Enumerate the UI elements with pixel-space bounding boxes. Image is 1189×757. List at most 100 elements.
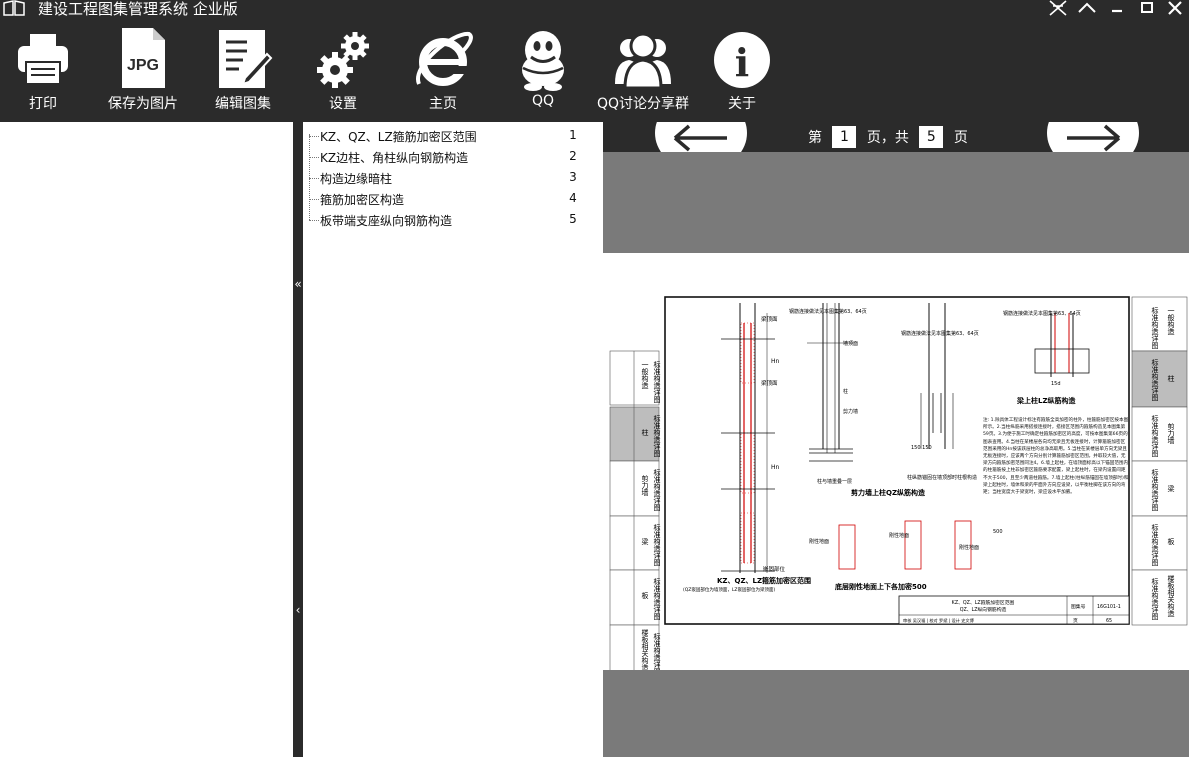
maximize-icon[interactable] <box>1136 0 1158 16</box>
title-line-2: QZ、LZ纵向钢筋构造 <box>960 606 1007 613</box>
right-tab-name: 梁 <box>1167 484 1175 493</box>
left-tab-name: 板 <box>641 591 649 600</box>
toc-item-page: 1 <box>569 128 577 142</box>
toc-item-page: 5 <box>569 212 577 226</box>
anchor-top-label: 柱纵筋锚固在墙顶部时柱根构造 <box>907 474 977 481</box>
page-navigation-bar: 第 1 页，共 5 页 <box>603 122 1189 152</box>
collapse-toc-button[interactable]: ‹ <box>293 603 303 617</box>
settings-button[interactable]: 设置 <box>308 26 378 120</box>
left-tab-name: 一般构造 <box>641 361 649 390</box>
qq-label: QQ <box>531 93 555 109</box>
total-pages-field: 5 <box>919 126 944 148</box>
toc-item-page: 2 <box>569 149 577 163</box>
app-title: 建设工程图集管理系统 企业版 <box>38 0 238 18</box>
next-page-button[interactable] <box>1047 122 1139 152</box>
toc-item[interactable]: 构造边缘暗柱 3 <box>303 167 603 188</box>
shear-wall-title: 剪力墙上柱QZ纵筋构造 <box>851 488 926 497</box>
left-category-tabs: 标准构造详图 一般构造 标准构造详图 柱 标准构造详图 剪力墙 标准构造详图 梁… <box>609 350 661 680</box>
rigid-ground-label: 刚性地面 <box>889 532 909 539</box>
toc-item[interactable]: KZ、QZ、LZ箍筋加密区范围 1 <box>303 125 603 146</box>
right-tab-name: 剪力墙 <box>1167 422 1175 445</box>
toc-item-title: KZ、QZ、LZ箍筋加密区范围 <box>320 130 477 144</box>
notes-block: 注: 1.除具体工程设计标注有箍筋全高加密的柱外，柱箍筋加密区按本图所示。2.当… <box>983 418 1128 495</box>
toc-item[interactable]: KZ边柱、角柱纵向钢筋构造 2 <box>303 146 603 167</box>
minimize-icon[interactable] <box>1106 0 1128 16</box>
toc-item-page: 3 <box>569 170 577 184</box>
dim-150: 150 150 <box>911 445 932 451</box>
right-tab-head: 标准构造详图 <box>1151 468 1159 512</box>
left-tab-name: 梁 <box>641 537 649 546</box>
toc-item[interactable]: 箍筋加密区构造 4 <box>303 188 603 209</box>
right-tab-head: 标准构造详图 <box>1151 414 1159 458</box>
arrow-right-icon <box>1067 124 1121 152</box>
right-tab-head: 标准构造详图 <box>1151 306 1159 350</box>
atlas-number: 16G101-1 <box>1097 604 1121 610</box>
print-button[interactable]: 打印 <box>8 26 78 120</box>
toc-item[interactable]: 板带端支座纵向钢筋构造 5 <box>303 209 603 230</box>
gears-icon <box>317 32 369 88</box>
right-tab-name: 板 <box>1167 537 1175 546</box>
kz-title: KZ、QZ、LZ箍筋加密区范围 <box>717 576 811 585</box>
review-row: 审核 吴汉福 | 校对 罗斌 | 设计 史文博 <box>903 617 975 624</box>
right-tab-name: 楼板相关构造 <box>1167 574 1175 618</box>
left-tab-name: 柱 <box>641 428 649 437</box>
left-tab-head: 标准构造详图 <box>653 414 661 458</box>
dim-15d: 15d <box>1051 381 1061 387</box>
left-tab-head: 标准构造详图 <box>653 632 661 670</box>
page-indicator: 第 1 页，共 5 页 <box>808 126 968 148</box>
collapse-left-button[interactable]: « <box>293 277 303 291</box>
pin-icon[interactable] <box>1047 0 1069 16</box>
ground-title: 底层刚性地面上下各加密500 <box>835 582 927 591</box>
left-tab-head: 标准构造详图 <box>653 577 661 621</box>
rigid-ground-label: 刚性地面 <box>959 544 979 551</box>
current-page-field[interactable]: 1 <box>832 126 857 148</box>
title-bar: 建设工程图集管理系统 企业版 <box>0 0 1189 18</box>
right-tab-head: 标准构造详图 <box>1151 577 1159 621</box>
kz-subtitle: (QZ嵌固部位为墙顶面，LZ嵌固部位为梁顶面) <box>683 586 775 593</box>
save-image-button[interactable]: JPG 保存为图片 <box>100 26 186 120</box>
drawing-page: 标准构造详图 一般构造 标准构造详图 柱 标准构造详图 剪力墙 标准构造详图 梁… <box>603 253 1189 680</box>
rebar-note-3: 钢筋连接做法见本图集第63、64页 <box>1003 310 1081 317</box>
qq-penguin-icon <box>522 31 564 91</box>
edit-atlas-button[interactable]: 编辑图集 <box>207 26 279 120</box>
page-suffix: 页 <box>953 130 968 146</box>
left-tab-head: 标准构造详图 <box>653 523 661 567</box>
top-toolbar: 建设工程图集管理系统 企业版 打印 JPG 保存为图片 编辑图集 设置 主页 Q… <box>0 0 1189 122</box>
edit-document-icon <box>219 30 273 88</box>
qq-button[interactable]: QQ <box>510 26 576 120</box>
left-panel <box>0 122 293 757</box>
qq-group-label: QQ讨论分享群 <box>596 96 690 112</box>
left-tab-name: 楼板相关构造 <box>641 628 649 670</box>
close-icon[interactable] <box>1164 0 1186 16</box>
jpg-file-icon: JPG <box>122 28 165 88</box>
beam-top-label: 梁顶面 <box>761 315 778 323</box>
book-logo-icon <box>3 0 25 16</box>
collapse-icon[interactable] <box>1076 0 1098 16</box>
qq-group-button[interactable]: QQ讨论分享群 <box>592 26 694 120</box>
ie-browser-icon <box>416 32 473 86</box>
dim-hn: Hn <box>771 358 780 365</box>
printer-icon <box>18 34 68 85</box>
rebar-note: 钢筋连接做法见本图集第63、64页 <box>789 308 867 315</box>
column-on-wall-label: 柱与墙重叠一层 <box>817 478 852 485</box>
previous-page-button[interactable] <box>655 122 747 152</box>
about-button[interactable]: i 关于 <box>710 26 774 120</box>
wall-top-label: 墙顶面 <box>843 340 858 347</box>
group-users-icon <box>615 32 671 90</box>
right-tab-name: 一般构造 <box>1167 307 1175 336</box>
column-label: 柱 <box>843 388 848 395</box>
home-button[interactable]: 主页 <box>408 26 478 120</box>
page-viewer: 第 1 页，共 5 页 标准构造详图 一般构造 标准构造详图 柱 标准构造详图 … <box>603 122 1189 757</box>
structural-drawing: 标准构造详图 一般构造 标准构造详图 柱 标准构造详图 剪力墙 标准构造详图 梁… <box>609 296 1188 680</box>
save-image-label: 保存为图片 <box>108 96 178 112</box>
right-tab-head: 标准构造详图 <box>1151 523 1159 567</box>
title-line-1: KZ、QZ、LZ箍筋加密区范围 <box>952 599 1015 606</box>
beam-column-title: 梁上柱LZ纵筋构造 <box>1016 396 1077 405</box>
toc-item-title: 板带端支座纵向钢筋构造 <box>320 214 453 228</box>
settings-label: 设置 <box>329 96 357 112</box>
shear-wall-label: 剪力墙 <box>843 408 858 415</box>
toc-item-title: KZ边柱、角柱纵向钢筋构造 <box>320 151 469 165</box>
edit-atlas-label: 编辑图集 <box>215 96 271 112</box>
page-number: 65 <box>1106 618 1112 624</box>
panel-splitter[interactable]: « ‹ <box>293 122 303 757</box>
